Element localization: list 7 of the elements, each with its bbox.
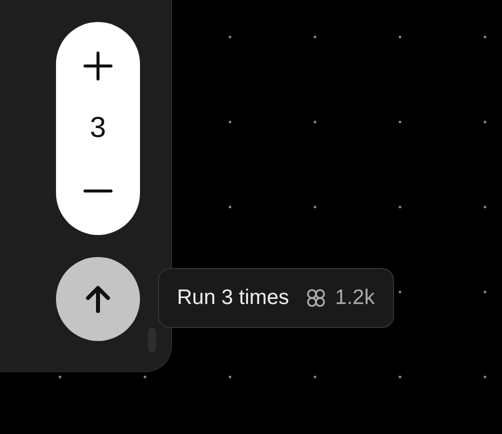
minus-icon [82,188,114,194]
cost-count: 1.2k [335,286,375,310]
up-arrow-icon [83,284,113,314]
count-value: 3 [90,112,106,145]
plus-icon [82,50,114,82]
tooltip-label: Run 3 times [177,286,290,310]
clover-icon [305,287,328,309]
